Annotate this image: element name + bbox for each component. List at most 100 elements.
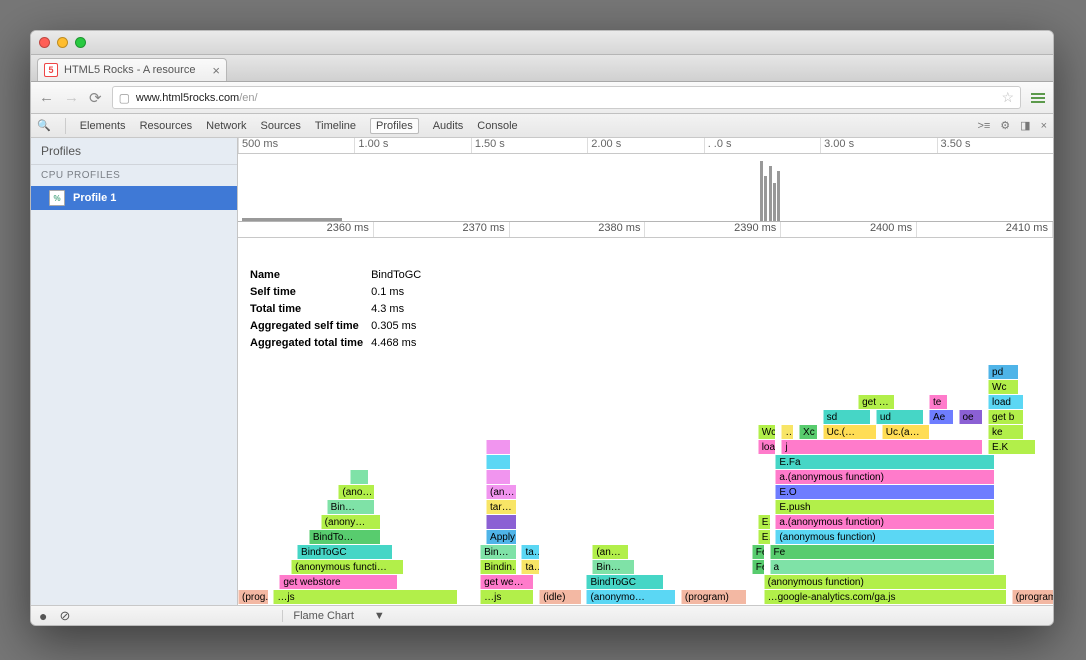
flame-frame[interactable]: get b (988, 410, 1023, 424)
flame-frame[interactable]: (program) (1012, 590, 1053, 604)
flame-frame[interactable]: …js (480, 590, 533, 604)
flame-frame[interactable] (350, 470, 368, 484)
search-icon[interactable]: 🔍 (37, 119, 51, 132)
profile-item[interactable]: % Profile 1 (31, 186, 237, 210)
flame-frame[interactable]: Ae (929, 410, 953, 424)
flame-frame[interactable]: E… (758, 515, 770, 529)
flame-frame[interactable]: E… (758, 530, 770, 544)
flame-frame[interactable]: (anony… (321, 515, 380, 529)
flame-frame[interactable]: get webstore (279, 575, 397, 589)
flame-frame[interactable]: Uc.(a… (882, 425, 929, 439)
profile-file-icon: % (49, 190, 65, 206)
flame-frame[interactable]: (anonymous function) (775, 530, 994, 544)
flame-frame[interactable]: ta… (521, 560, 539, 574)
record-icon[interactable]: ● (39, 608, 47, 624)
flame-frame[interactable]: E.O (775, 485, 994, 499)
flame-frame[interactable]: tar… (486, 500, 516, 514)
flame-frame[interactable]: E.push (775, 500, 994, 514)
devtools-tab-sources[interactable]: Sources (260, 120, 300, 132)
flame-frame[interactable]: pd (988, 365, 1018, 379)
flame-frame[interactable]: Fe (752, 560, 764, 574)
flame-frame[interactable]: load (758, 440, 776, 454)
flame-chart-canvas[interactable]: NameBindToGCSelf time0.1 msTotal time4.3… (238, 238, 1053, 605)
flame-frame[interactable]: (an… (592, 545, 627, 559)
flame-frame[interactable]: Fe (752, 545, 764, 559)
flame-frame[interactable]: a.(anonymous function) (775, 515, 994, 529)
flame-frame[interactable]: Bin… (327, 500, 374, 514)
devtools-toolbar: 🔍 Elements Resources Network Sources Tim… (31, 114, 1053, 138)
flame-frame[interactable] (486, 455, 510, 469)
flame-frame[interactable]: …js (273, 590, 456, 604)
flame-frame[interactable]: (program) (681, 590, 746, 604)
flame-frame[interactable] (486, 470, 510, 484)
zoom-window-button[interactable] (75, 37, 86, 48)
close-tab-icon[interactable]: × (212, 63, 220, 78)
flame-frame[interactable]: E.K (988, 440, 1035, 454)
flame-frame[interactable]: load (988, 395, 1023, 409)
flame-frame[interactable]: … (781, 425, 793, 439)
devtools-tab-timeline[interactable]: Timeline (315, 120, 356, 132)
flame-frame[interactable]: Wc (988, 380, 1018, 394)
view-selector[interactable]: Flame Chart ▼ (282, 610, 384, 622)
bookmark-star-icon[interactable]: ☆ (1001, 89, 1014, 106)
flame-frame[interactable]: E.Fa (775, 455, 994, 469)
browser-tab[interactable]: 5 HTML5 Rocks - A resource × (37, 58, 227, 81)
flame-frame[interactable]: get … (858, 395, 893, 409)
flame-frame[interactable]: (ano… (338, 485, 373, 499)
flame-frame[interactable]: a (770, 560, 994, 574)
flame-frame[interactable]: Bin… (480, 545, 515, 559)
flame-frame[interactable]: BindTo… (309, 530, 380, 544)
dock-icon[interactable]: ◨ (1020, 119, 1030, 132)
flame-row: sdud Aeoe get b (238, 410, 1053, 425)
flame-frame[interactable]: Bin… (592, 560, 633, 574)
flame-frame[interactable]: a.(anonymous function) (775, 470, 994, 484)
flame-frame[interactable]: ta… (521, 545, 539, 559)
flame-frame[interactable] (486, 515, 516, 529)
devtools-tab-elements[interactable]: Elements (80, 120, 126, 132)
flame-frame[interactable]: Xc (799, 425, 817, 439)
flame-frame[interactable]: sd (823, 410, 870, 424)
flame-frame[interactable]: Bindin… (480, 560, 515, 574)
flame-frame[interactable]: Wc (758, 425, 776, 439)
flame-frame[interactable]: get we… (480, 575, 533, 589)
flame-frame[interactable]: oe (959, 410, 983, 424)
chevron-down-icon: ▼ (374, 610, 385, 622)
flame-frame[interactable]: …google-analytics.com/ga.js (764, 590, 1006, 604)
flame-frame[interactable]: ke (988, 425, 1023, 439)
flame-frame[interactable]: (idle) (539, 590, 580, 604)
flame-frame[interactable]: te (929, 395, 947, 409)
overview-ruler[interactable]: 500 ms1.00 s1.50 s2.00 s. .0 s3.00 s3.50… (238, 138, 1053, 154)
menu-icon[interactable] (1031, 93, 1045, 103)
back-icon[interactable]: ← (39, 89, 54, 106)
close-devtools-icon[interactable]: × (1041, 120, 1047, 132)
flame-frame[interactable]: (an… (486, 485, 516, 499)
forward-icon[interactable]: → (64, 89, 79, 106)
overview-pane[interactable] (238, 154, 1053, 222)
toggle-drawer-icon[interactable]: >≡ (977, 120, 990, 132)
close-window-button[interactable] (39, 37, 50, 48)
clear-icon[interactable]: ⊘ (59, 608, 70, 624)
flame-frame[interactable]: Uc.(… (823, 425, 876, 439)
address-bar[interactable]: ▢ www.html5rocks.com/en/ ☆ (112, 86, 1021, 109)
flame-frame[interactable]: (anonymous function) (764, 575, 1006, 589)
flame-frame[interactable]: BindToGC (297, 545, 391, 559)
devtools-tab-network[interactable]: Network (206, 120, 246, 132)
minimize-window-button[interactable] (57, 37, 68, 48)
devtools-tab-profiles[interactable]: Profiles (370, 118, 419, 134)
flame-frame[interactable]: Apply (486, 530, 516, 544)
flame-frame[interactable]: ud (876, 410, 923, 424)
flame-frame[interactable]: Fe (770, 545, 994, 559)
flame-frame[interactable]: BindToGC (586, 575, 663, 589)
devtools-tab-console[interactable]: Console (477, 120, 517, 132)
flame-frame[interactable]: (prog... (238, 590, 268, 604)
detail-ruler[interactable]: 2360 ms2370 ms2380 ms2390 ms2400 ms2410 … (238, 222, 1053, 238)
flame-frame[interactable]: j (781, 440, 982, 454)
devtools-tab-resources[interactable]: Resources (140, 120, 193, 132)
flame-row: Wc … Xc Uc.(… Uc.(a… ke (238, 425, 1053, 440)
settings-gear-icon[interactable]: ⚙ (1000, 119, 1010, 132)
flame-frame[interactable]: (anonymous functi… (291, 560, 403, 574)
flame-frame[interactable]: (anonymo… (586, 590, 675, 604)
flame-frame[interactable] (486, 440, 510, 454)
devtools-tab-audits[interactable]: Audits (433, 120, 464, 132)
reload-icon[interactable]: ⟳ (89, 89, 102, 107)
